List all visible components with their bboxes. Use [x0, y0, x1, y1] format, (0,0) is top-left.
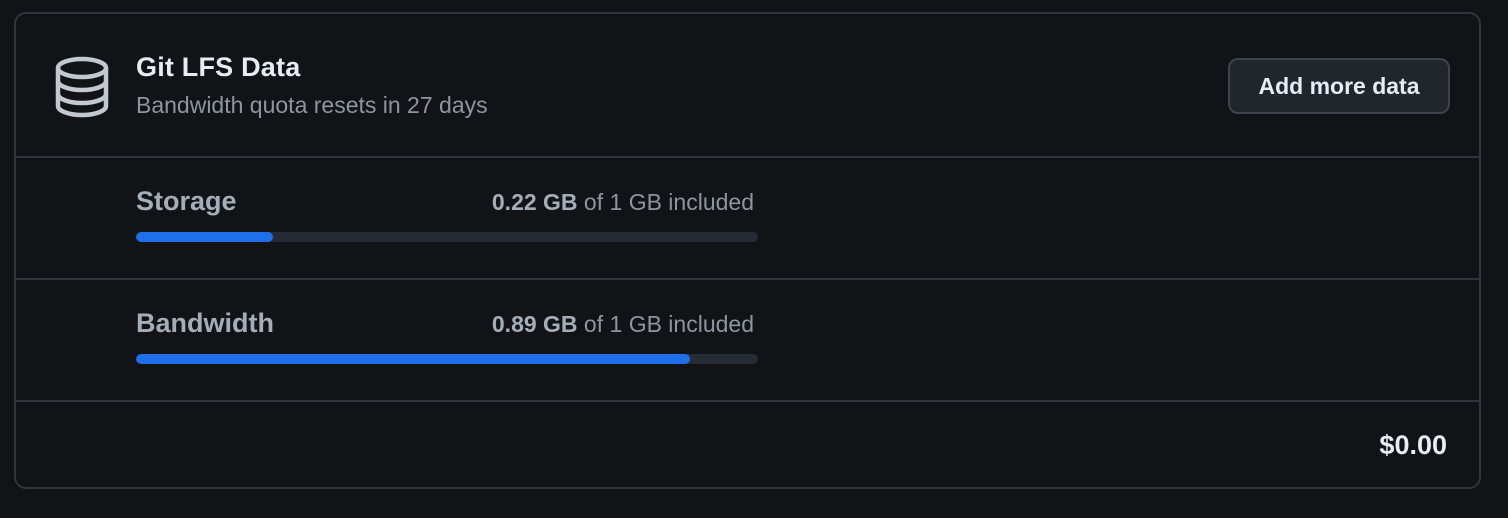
storage-label: Storage: [136, 186, 237, 216]
card-title: Git LFS Data: [136, 52, 301, 82]
card-header: Git LFS Data Bandwidth quota resets in 2…: [16, 14, 1479, 158]
storage-usage: 0.22 GB of 1 GB included: [492, 189, 754, 216]
storage-row: Storage 0.22 GB of 1 GB included: [16, 156, 1479, 280]
bandwidth-row: Bandwidth 0.89 GB of 1 GB included: [16, 278, 1479, 402]
storage-used-amount: 0.22 GB: [491, 189, 578, 215]
git-lfs-card: Git LFS Data Bandwidth quota resets in 2…: [14, 12, 1481, 489]
storage-progress-bar: [136, 232, 758, 242]
quota-reset-text: Bandwidth quota resets in 27 days: [136, 92, 488, 118]
bandwidth-usage: 0.89 GB of 1 GB included: [492, 311, 754, 338]
total-cost: $0.00: [1379, 430, 1447, 460]
bandwidth-label: Bandwidth: [136, 308, 274, 338]
bandwidth-progress-bar: [136, 354, 758, 364]
bandwidth-used-amount: 0.89 GB: [491, 311, 578, 337]
storage-included-text: of 1 GB included: [577, 189, 754, 215]
card-footer: $0.00: [16, 400, 1479, 487]
bandwidth-progress-fill: [136, 354, 690, 364]
add-more-data-button[interactable]: Add more data: [1228, 58, 1450, 114]
bandwidth-included-text: of 1 GB included: [577, 311, 754, 337]
storage-progress-fill: [136, 232, 273, 242]
database-icon: [55, 56, 109, 118]
